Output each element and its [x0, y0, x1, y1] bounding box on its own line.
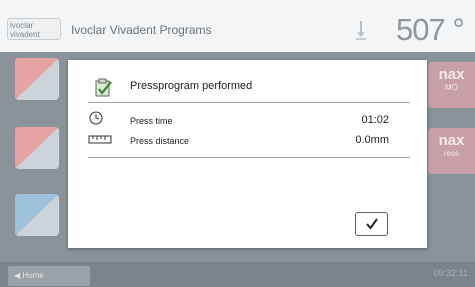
- ruler-icon: [88, 135, 112, 144]
- checklist-icon: [95, 78, 112, 97]
- tile-sublabel: MO: [445, 83, 458, 92]
- logo-text-line1: ivoclar: [10, 21, 34, 30]
- dialog-title: Pressprogram performed: [130, 80, 253, 92]
- program-tile[interactable]: [15, 58, 59, 100]
- footer-bar: ◀ Home 09:32:11: [0, 262, 475, 287]
- divider: [88, 102, 410, 103]
- press-distance-value: 0.0mm: [355, 134, 389, 146]
- confirm-button[interactable]: [355, 212, 388, 236]
- brand-logo: ivoclar vivadent: [7, 18, 61, 40]
- home-label: Home: [22, 271, 44, 280]
- clock-icon: [89, 111, 103, 125]
- home-button[interactable]: ◀ Home: [8, 266, 90, 286]
- temperature-readout: 507 °: [396, 12, 465, 47]
- press-time-value: 01:02: [361, 114, 389, 126]
- tile-label: nax: [438, 132, 465, 149]
- program-tile-right[interactable]: nax ress: [428, 128, 475, 174]
- clock-readout: 09:32:11: [433, 268, 468, 278]
- press-distance-label: Press distance: [130, 136, 190, 146]
- divider: [88, 157, 410, 158]
- result-dialog: Pressprogram performed Press time 01:02 …: [68, 60, 427, 248]
- tile-sublabel: ress: [443, 149, 460, 158]
- header-bar: ivoclar vivadent Ivoclar Vivadent Progra…: [0, 0, 475, 52]
- thermometer-icon: [356, 21, 366, 40]
- logo-text-line2: vivadent: [10, 30, 40, 39]
- page-title: Ivoclar Vivadent Programs: [71, 23, 212, 37]
- press-time-label: Press time: [130, 116, 173, 126]
- checkmark-icon: [365, 218, 378, 230]
- program-tile[interactable]: [15, 194, 59, 236]
- program-tile[interactable]: [15, 127, 59, 169]
- program-tile-right[interactable]: nax MO: [428, 62, 475, 108]
- tile-label: nax: [438, 66, 465, 83]
